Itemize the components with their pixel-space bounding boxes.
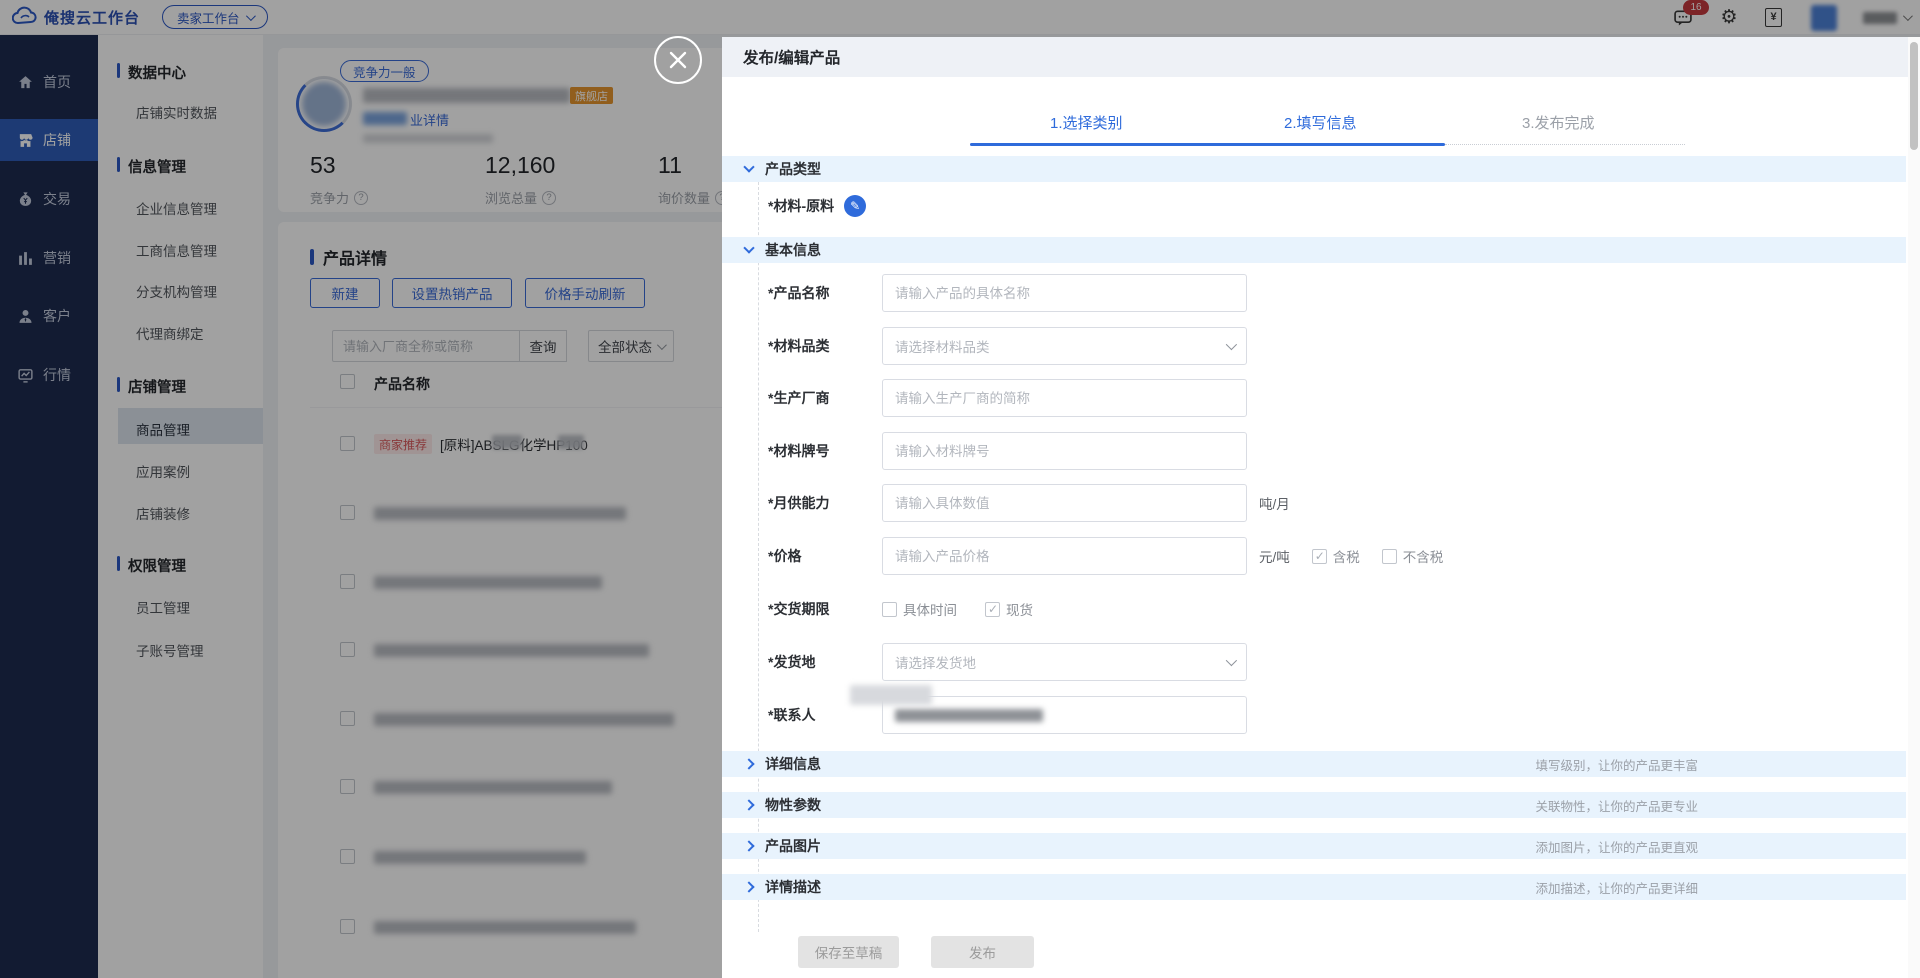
drawer-scrollbar-track bbox=[1908, 37, 1920, 978]
product-name-input[interactable] bbox=[882, 274, 1247, 312]
field-label: *生产厂商 bbox=[768, 388, 882, 408]
section-hint: 关联物性，让你的产品更专业 bbox=[1535, 796, 1698, 815]
product-type-value: *材料-原料 bbox=[768, 196, 834, 216]
field-price: *价格 元/吨 含税 不含税 bbox=[768, 537, 1443, 575]
section-title-text: 产品类型 bbox=[765, 159, 821, 179]
field-label: *价格 bbox=[768, 546, 882, 566]
checkbox-label: 具体时间 bbox=[903, 599, 957, 619]
checkbox-icon[interactable] bbox=[882, 602, 897, 617]
section-header-physical-params[interactable]: 物性参数 关联物性，让你的产品更专业 bbox=[722, 792, 1906, 818]
product-type-row: *材料-原料 ✎ bbox=[768, 194, 866, 218]
checkbox-icon[interactable] bbox=[1382, 549, 1397, 564]
material-grade-input[interactable] bbox=[882, 432, 1247, 470]
step-1-select-category[interactable]: 1.选择类别 bbox=[1050, 112, 1123, 133]
price-input[interactable] bbox=[882, 537, 1247, 575]
chevron-down-icon bbox=[743, 161, 754, 172]
contact-tag-redacted bbox=[850, 685, 932, 705]
field-label: *材料牌号 bbox=[768, 441, 882, 461]
field-label: *联系人 bbox=[768, 705, 882, 725]
checkbox-label: 含税 bbox=[1333, 546, 1360, 566]
section-hint: 添加描述，让你的产品更详细 bbox=[1535, 878, 1698, 897]
chevron-right-icon bbox=[743, 840, 754, 851]
drawer-close-button[interactable] bbox=[654, 36, 702, 84]
section-header-basic-info[interactable]: 基本信息 bbox=[722, 237, 1906, 263]
section-title-text: 物性参数 bbox=[765, 795, 821, 815]
field-material-grade: *材料牌号 bbox=[768, 432, 1247, 470]
drawer-header: 发布/编辑产品 bbox=[722, 37, 1920, 77]
section-title-text: 产品图片 bbox=[765, 836, 821, 856]
step-2-fill-info[interactable]: 2.填写信息 bbox=[1284, 112, 1357, 133]
save-draft-button[interactable]: 保存至草稿 bbox=[798, 936, 899, 968]
section-hint: 填写级别，让你的产品更丰富 bbox=[1535, 755, 1698, 774]
checkbox-label: 不含税 bbox=[1403, 546, 1444, 566]
section-guide-line bbox=[758, 182, 759, 932]
specific-time-option[interactable]: 具体时间 bbox=[882, 599, 957, 619]
field-manufacturer: *生产厂商 bbox=[768, 379, 1247, 417]
contact-person-input[interactable] bbox=[882, 696, 1247, 734]
select-placeholder: 请选择材料品类 bbox=[895, 336, 990, 356]
tax-excluded-option[interactable]: 不含税 bbox=[1382, 546, 1444, 566]
drawer-title: 发布/编辑产品 bbox=[743, 46, 840, 68]
checkbox-checked-icon[interactable] bbox=[985, 602, 1000, 617]
steps-progress-line bbox=[970, 143, 1445, 146]
select-placeholder: 请选择发货地 bbox=[895, 652, 976, 672]
field-product-name: *产品名称 bbox=[768, 274, 1247, 312]
chevron-right-icon bbox=[743, 758, 754, 769]
material-category-select[interactable]: 请选择材料品类 bbox=[882, 327, 1247, 365]
section-title-text: 基本信息 bbox=[765, 240, 821, 260]
monthly-supply-input[interactable] bbox=[882, 484, 1247, 522]
section-header-detail-description[interactable]: 详情描述 添加描述，让你的产品更详细 bbox=[722, 874, 1906, 900]
field-label: *材料品类 bbox=[768, 336, 882, 356]
section-header-product-type[interactable]: 产品类型 bbox=[722, 156, 1906, 182]
field-label: *交货期限 bbox=[768, 599, 882, 619]
field-monthly-supply: *月供能力 吨/月 bbox=[768, 484, 1290, 522]
step-3-publish-done: 3.发布完成 bbox=[1522, 112, 1595, 133]
section-title-text: 详情描述 bbox=[765, 877, 821, 897]
chevron-down-icon bbox=[1226, 655, 1237, 666]
chevron-right-icon bbox=[743, 799, 754, 810]
publish-product-drawer: 发布/编辑产品 1.选择类别 2.填写信息 3.发布完成 产品类型 *材料-原料… bbox=[722, 37, 1920, 978]
in-stock-option[interactable]: 现货 bbox=[985, 599, 1033, 619]
chevron-down-icon bbox=[1226, 339, 1237, 350]
unit-label: 元/吨 bbox=[1259, 546, 1290, 566]
drawer-scrollbar-thumb[interactable] bbox=[1910, 42, 1918, 150]
chevron-right-icon bbox=[743, 881, 754, 892]
app-root: 俺搜云工作台 卖家工作台 16 ⚙ ¥ bbox=[0, 0, 1920, 978]
field-contact-person: *联系人 bbox=[768, 696, 1247, 734]
section-hint: 添加图片，让你的产品更直观 bbox=[1535, 837, 1698, 856]
chevron-down-icon bbox=[743, 242, 754, 253]
checkbox-label: 现货 bbox=[1006, 599, 1033, 619]
checkbox-checked-icon[interactable] bbox=[1312, 549, 1327, 564]
edit-pencil-icon[interactable]: ✎ bbox=[844, 195, 866, 217]
section-header-detail-info[interactable]: 详细信息 填写级别，让你的产品更丰富 bbox=[722, 751, 1906, 777]
tax-included-option[interactable]: 含税 bbox=[1312, 546, 1360, 566]
field-material-category: *材料品类 请选择材料品类 bbox=[768, 327, 1247, 365]
field-label: *发货地 bbox=[768, 652, 882, 672]
field-shipping-origin: *发货地 请选择发货地 bbox=[768, 643, 1247, 681]
publish-button[interactable]: 发布 bbox=[931, 936, 1034, 968]
unit-label: 吨/月 bbox=[1259, 493, 1290, 513]
field-label: *产品名称 bbox=[768, 283, 882, 303]
field-delivery-term: *交货期限 具体时间 现货 bbox=[768, 590, 1033, 628]
contact-value-redacted bbox=[895, 709, 1043, 722]
close-icon bbox=[668, 50, 688, 70]
manufacturer-input[interactable] bbox=[882, 379, 1247, 417]
section-title-text: 详细信息 bbox=[765, 754, 821, 774]
section-header-product-images[interactable]: 产品图片 添加图片，让你的产品更直观 bbox=[722, 833, 1906, 859]
steps-pending-line bbox=[1445, 144, 1685, 145]
shipping-origin-select[interactable]: 请选择发货地 bbox=[882, 643, 1247, 681]
field-label: *月供能力 bbox=[768, 493, 882, 513]
